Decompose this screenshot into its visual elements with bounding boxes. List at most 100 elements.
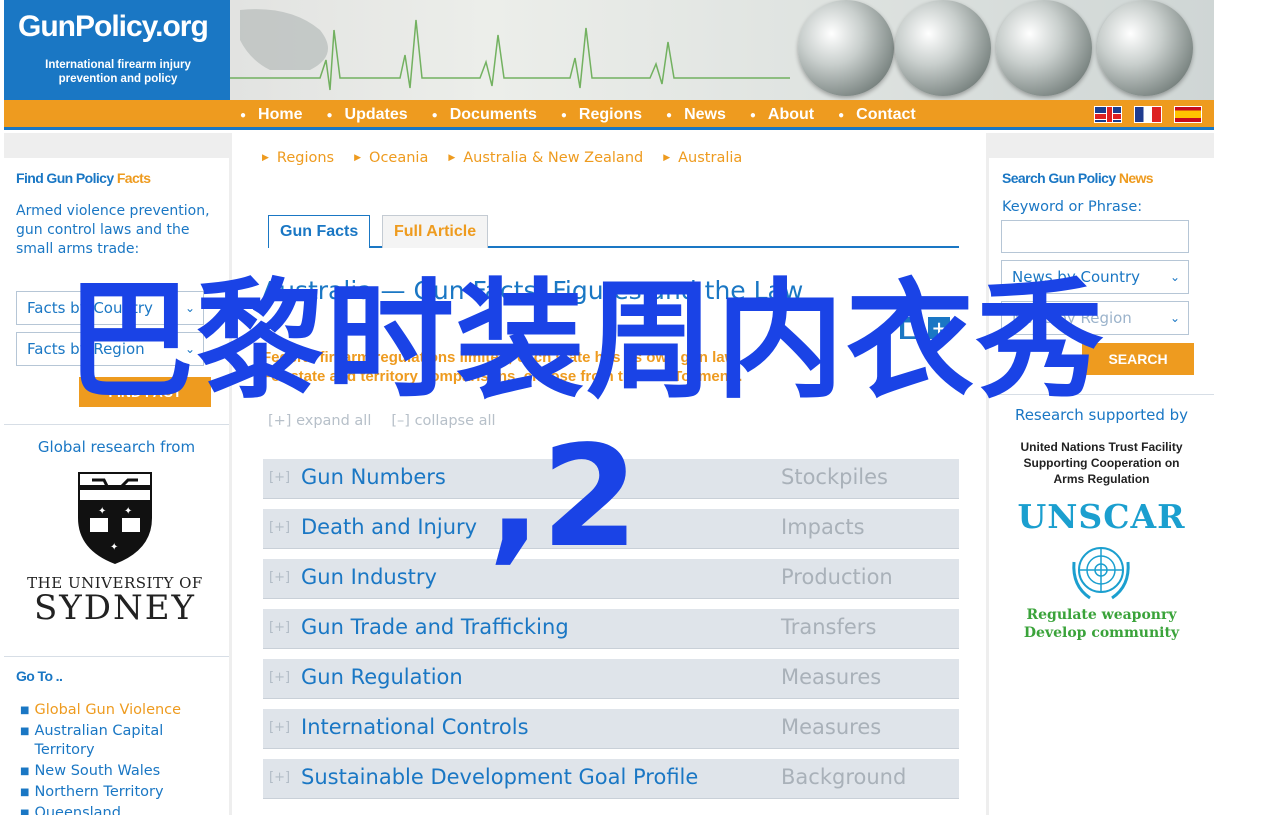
topic-row[interactable]: [+] Sustainable Development Goal Profile B… xyxy=(263,759,959,799)
sydney-crest-icon: ✦ ✦ ✦ xyxy=(78,472,152,564)
nav-documents[interactable]: ● Documents xyxy=(432,106,537,124)
goto-item-act[interactable]: ■ Australian Capital Territory xyxy=(20,722,220,760)
find-facts-heading: Find Gun Policy Facts xyxy=(16,170,151,186)
svg-text:✦: ✦ xyxy=(110,542,118,553)
breadcrumb-australia[interactable]: ▶ Australia xyxy=(663,150,742,166)
topic-row[interactable]: [+] Gun Regulation Measures xyxy=(263,659,959,699)
bullet-icon: ● xyxy=(431,109,438,121)
goto-link[interactable]: New South Wales xyxy=(34,762,160,781)
sydney-name-line2: SYDNEY xyxy=(33,588,196,628)
bullet-icon: ■ xyxy=(20,726,30,737)
goto-item-nt[interactable]: ■ Northern Territory xyxy=(20,783,220,802)
bullet-icon: ■ xyxy=(20,787,30,798)
find-heading-highlight: Facts xyxy=(116,170,151,186)
breadcrumb-australia-nz[interactable]: ▶ Australia & New Zealand xyxy=(448,150,643,166)
nav-home[interactable]: ● Home xyxy=(240,106,303,124)
topic-row[interactable]: [+] International Controls Measures xyxy=(263,709,959,749)
topic-name: Gun Regulation xyxy=(301,665,463,689)
flag-fr-icon[interactable] xyxy=(1134,106,1162,123)
unscar-logo[interactable]: UNSCAR xyxy=(989,497,1214,536)
university-of-sydney-logo[interactable]: ✦ ✦ ✦ THE UNIVERSITY OF SYDNEY xyxy=(20,458,210,638)
bullet-icon: ■ xyxy=(20,808,30,815)
un-emblem-icon xyxy=(1072,547,1130,600)
nav-contact[interactable]: ● Contact xyxy=(838,106,916,124)
topic-category: Measures xyxy=(781,715,882,739)
breadcrumb-oceania[interactable]: ▶ Oceania xyxy=(354,150,428,166)
find-facts-description: Armed violence prevention, gun control l… xyxy=(16,203,210,257)
overlay-suffix: ,2 xyxy=(488,416,639,579)
tab-full-article[interactable]: Full Article xyxy=(382,215,489,248)
goto-item-global-gun-violence[interactable]: ■ Global Gun Violence xyxy=(20,701,220,720)
nav-contact-label: Contact xyxy=(856,106,916,123)
svg-text:✦: ✦ xyxy=(98,506,106,517)
goto-item-nsw[interactable]: ■ New South Wales xyxy=(20,762,220,781)
caret-right-icon: ▶ xyxy=(262,153,269,163)
content-tabs: Gun Facts Full Article xyxy=(268,215,959,248)
breadcrumb-label: Australia & New Zealand xyxy=(463,150,644,166)
main-navigation: ● Home ● Updates ● Documents ● Regions ● News… xyxy=(4,100,1214,130)
svg-text:✦: ✦ xyxy=(124,506,132,517)
news-heading-text: Search Gun Policy xyxy=(1002,170,1116,186)
divider xyxy=(4,424,229,425)
topic-category: Transfers xyxy=(781,615,877,639)
topic-category: Production xyxy=(781,565,893,589)
topic-row[interactable]: [+] Gun Trade and Trafficking Transfers xyxy=(263,609,959,649)
nav-regions-label: Regions xyxy=(578,106,643,123)
caret-right-icon: ▶ xyxy=(354,153,362,163)
goto-heading: Go To .. xyxy=(16,668,63,684)
nav-news[interactable]: ● News xyxy=(666,106,726,124)
bullet-icon: ● xyxy=(326,109,333,121)
nav-updates[interactable]: ● Updates xyxy=(327,106,408,124)
nav-about-label: About xyxy=(767,106,815,123)
expand-icon: [+] xyxy=(269,520,291,535)
bullet-icon: ● xyxy=(749,109,756,121)
goto-item-qld[interactable]: ■ Queensland xyxy=(20,804,220,815)
topic-name: Gun Industry xyxy=(301,565,437,589)
expand-icon: [+] xyxy=(269,470,291,485)
bullet-icon: ● xyxy=(666,109,673,121)
globe-image-3 xyxy=(996,0,1092,96)
goto-list: ■ Global Gun Violence ■ Australian Capital… xyxy=(20,701,220,815)
keyword-label: Keyword or Phrase: xyxy=(1002,199,1143,215)
expand-icon: [+] xyxy=(269,720,291,735)
goto-link[interactable]: Northern Territory xyxy=(34,783,163,802)
globe-image-1 xyxy=(798,0,894,96)
news-heading-highlight: News xyxy=(1118,170,1154,186)
unscar-tagline: Regulate weaponry Develop community xyxy=(989,606,1214,642)
topic-name: International Controls xyxy=(301,715,529,739)
globe-image-4 xyxy=(1097,0,1193,96)
goto-link[interactable]: Australian Capital Territory xyxy=(34,722,220,760)
breadcrumb-label: Australia xyxy=(678,150,743,166)
breadcrumb: ▶ Regions ▶ Oceania ▶ Australia & New Zeala… xyxy=(262,150,762,166)
topic-category: Measures xyxy=(781,665,882,689)
chevron-down-icon: ⌄ xyxy=(1169,270,1180,284)
unscar-tagline-2: Develop community xyxy=(1023,625,1180,641)
chevron-down-icon: ⌄ xyxy=(1169,311,1180,325)
tab-gun-facts[interactable]: Gun Facts xyxy=(268,215,371,248)
topic-name: Death and Injury xyxy=(301,515,478,539)
header-banner xyxy=(230,0,1214,100)
topic-category: Impacts xyxy=(781,515,865,539)
breadcrumb-label: Regions xyxy=(276,150,335,166)
expand-icon: [+] xyxy=(269,670,291,685)
keyword-input[interactable] xyxy=(1001,220,1189,253)
site-header: GunPolicy.org International firearm inju… xyxy=(4,0,1214,100)
nav-about[interactable]: ● About xyxy=(750,106,814,124)
expand-icon: [+] xyxy=(269,770,291,785)
goto-link[interactable]: Queensland xyxy=(34,804,121,815)
breadcrumb-regions[interactable]: ▶ Regions xyxy=(262,150,334,166)
nav-regions[interactable]: ● Regions xyxy=(561,106,642,124)
bullet-icon: ● xyxy=(240,109,247,121)
flag-es-icon[interactable] xyxy=(1174,106,1202,123)
right-sidebar: Search Gun Policy News Keyword or Phrase… xyxy=(989,158,1214,815)
flag-uk-icon[interactable] xyxy=(1094,106,1122,123)
topic-name: Sustainable Development Goal Profile xyxy=(301,765,699,789)
goto-link[interactable]: Global Gun Violence xyxy=(34,701,181,720)
nav-documents-label: Documents xyxy=(449,106,537,123)
bullet-icon: ■ xyxy=(20,705,30,716)
nav-home-label: Home xyxy=(258,106,303,123)
divider xyxy=(4,656,229,657)
ekg-line-graphic xyxy=(230,9,790,91)
globe-image-2 xyxy=(895,0,991,96)
site-logo[interactable]: GunPolicy.org International firearm inju… xyxy=(4,0,230,100)
